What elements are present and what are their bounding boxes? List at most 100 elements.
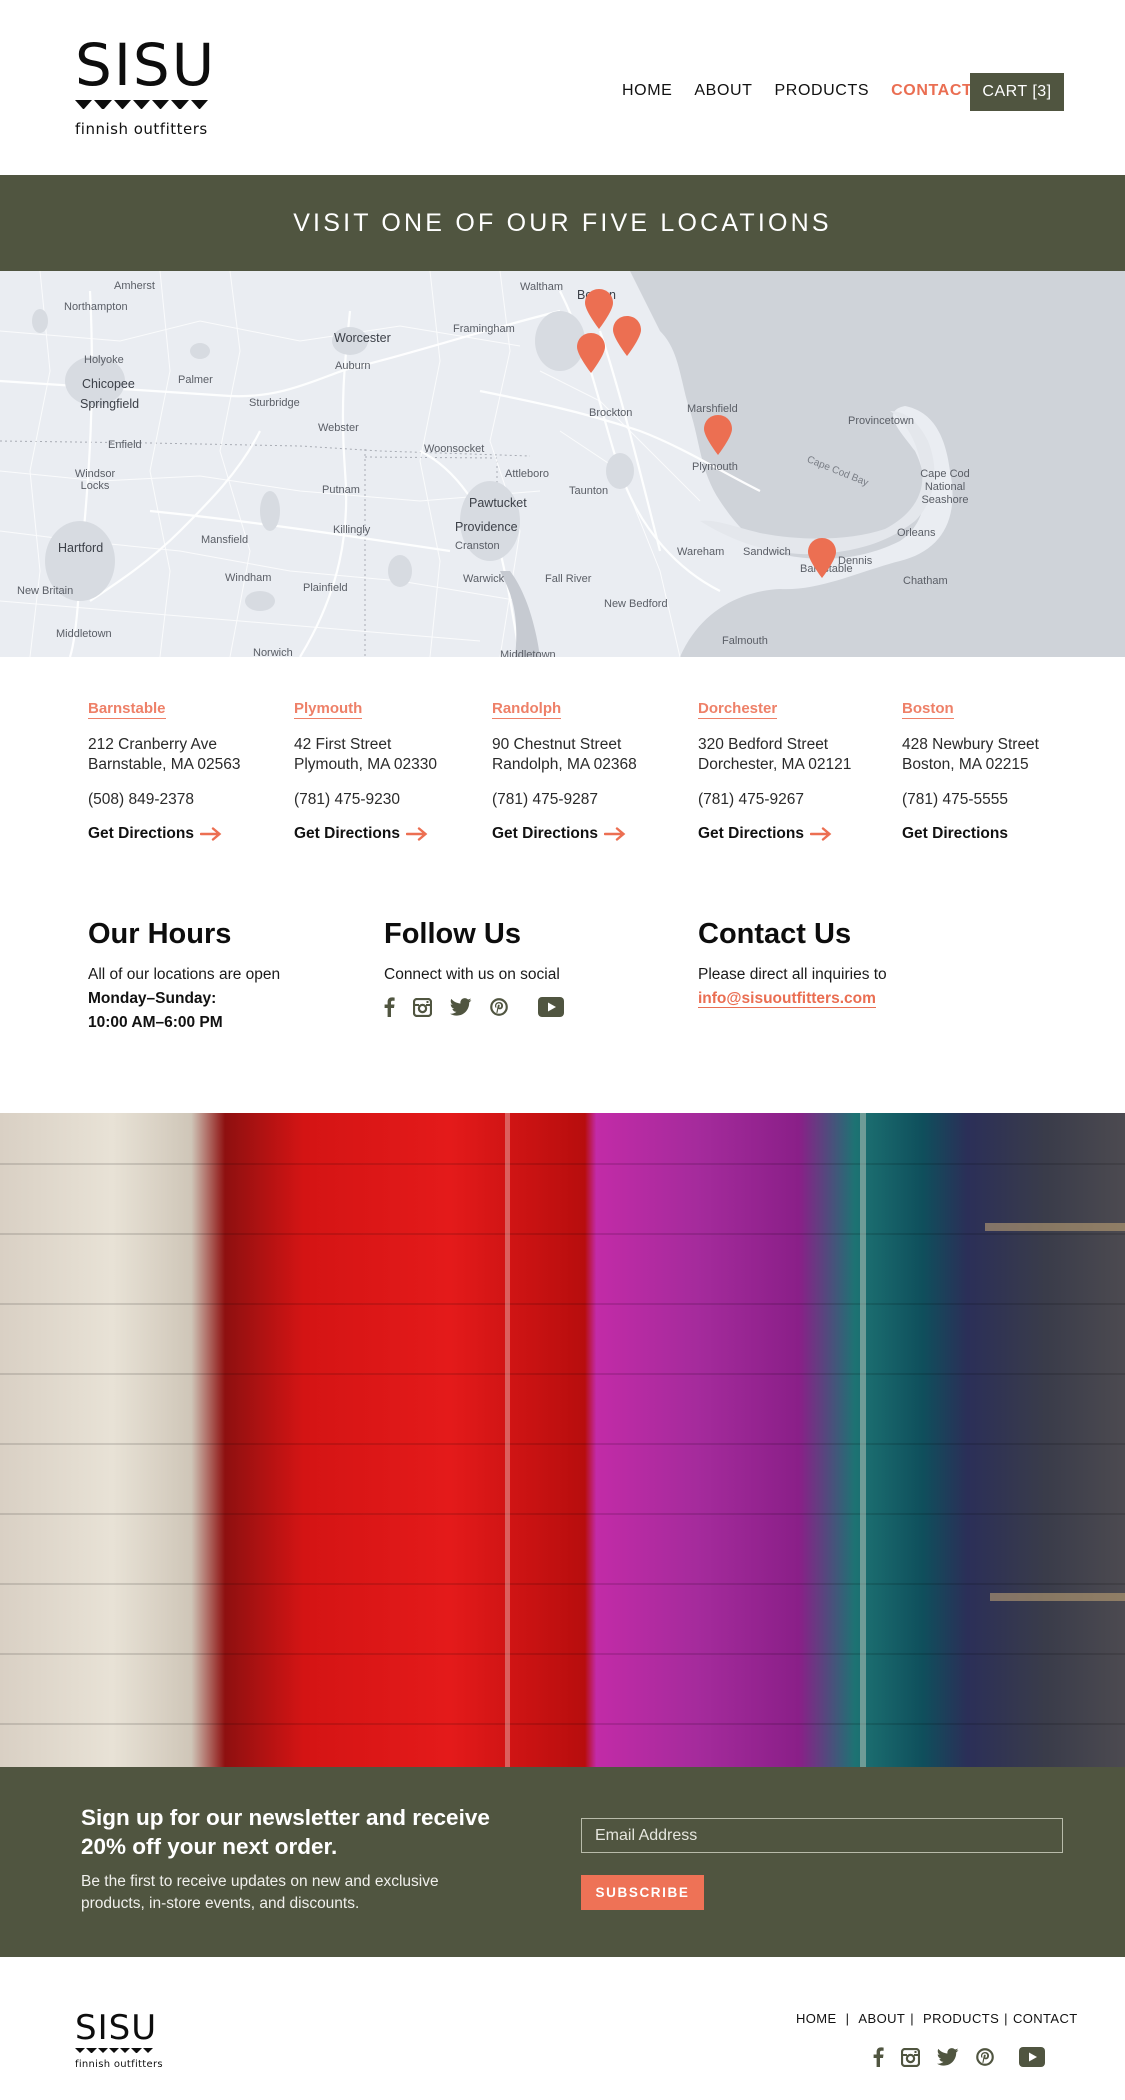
nav-about[interactable]: ABOUT [694,82,752,100]
location-address: 320 Bedford Street Dorchester, MA 02121 [698,735,851,775]
contact-email-link[interactable]: info@sisuoutfitters.com [698,990,876,1008]
youtube-link[interactable] [538,997,564,1017]
map-label: Webster [318,422,359,434]
location-card-dorchester: Dorchester 320 Bedford Street Dorchester… [698,700,851,843]
contact-intro: Please direct all inquiries to [698,966,887,983]
twitter-icon [936,2048,959,2066]
contact-text: Please direct all inquiries to info@sisu… [698,963,887,1011]
footer-logo-wordmark: SISU [75,2008,158,2048]
map-label: Providence [455,520,518,534]
address-city: Plymouth, MA 02330 [294,756,438,773]
location-name-link[interactable]: Boston [902,700,954,719]
instagram-icon [413,997,432,1017]
address-street: 320 Bedford Street [698,736,829,753]
facebook-link[interactable] [384,997,395,1017]
hours-days: Monday–Sunday: [88,990,217,1007]
footer-facebook-link[interactable] [873,2047,884,2072]
address-street: 428 Newbury Street [902,736,1039,753]
map-label: Taunton [569,485,609,497]
footer-pinterest-link[interactable] [976,2048,994,2071]
main-nav: HOME ABOUT PRODUCTS CONTACT [622,82,994,100]
location-phone: (781) 475-9230 [294,791,400,808]
contact-title: Contact Us [698,918,852,950]
twitter-link[interactable] [450,998,472,1016]
map-label: Attleboro [505,468,550,480]
location-address: 428 Newbury Street Boston, MA 02215 [902,735,1039,775]
banner-title: VISIT ONE OF OUR FIVE LOCATIONS [293,208,832,237]
footer-logo-tagline: finnish outfitters [75,2059,163,2070]
map-label: Northampton [64,301,128,313]
get-directions-link[interactable]: Get Directions [902,825,1039,843]
map-label: Wareham [677,546,725,558]
logo-tagline: finnish outfitters [75,120,208,138]
location-phone: (508) 849-2378 [88,791,194,808]
footer-logo[interactable]: SISU finnish outfitters [75,2011,163,2070]
arrow-right-icon [199,827,222,841]
map-label: Plainfield [303,582,348,594]
get-directions-label: Get Directions [88,825,194,842]
get-directions-link[interactable]: Get Directions [698,825,851,843]
locations-map[interactable]: Amherst Northampton Holyoke Chicopee Spr… [0,271,1125,657]
map-label: Palmer [178,374,213,386]
location-name-link[interactable]: Plymouth [294,700,363,719]
map-label: Falmouth [722,635,768,647]
location-address: 42 First Street Plymouth, MA 02330 [294,735,437,775]
map-pin-boston[interactable] [584,289,614,329]
footer-nav-products[interactable]: PRODUCTS [923,2011,999,2026]
nav-products[interactable]: PRODUCTS [775,82,870,100]
location-card-plymouth: Plymouth 42 First Street Plymouth, MA 02… [294,700,437,843]
map-pin-plymouth[interactable] [703,415,733,455]
nav-home[interactable]: HOME [622,82,672,100]
logo-wordmark: SISU [75,31,217,99]
email-input[interactable] [581,1818,1063,1853]
footer-twitter-link[interactable] [936,2048,959,2071]
footer-youtube-link[interactable] [1019,2047,1045,2072]
map-label: Chicopee [82,377,135,391]
location-name-link[interactable]: Barnstable [88,700,166,719]
subscribe-button[interactable]: SUBSCRIBE [581,1875,704,1910]
twitter-icon [450,998,472,1016]
location-card-boston: Boston 428 Newbury Street Boston, MA 022… [902,700,1039,843]
map-label: Brockton [589,407,633,419]
map-label: Worcester [334,331,391,345]
facebook-icon [384,997,395,1017]
get-directions-link[interactable]: Get Directions [294,825,437,843]
location-name-link[interactable]: Randolph [492,700,562,719]
nav-contact[interactable]: CONTACT [891,82,972,100]
location-address: 212 Cranberry Ave Barnstable, MA 02563 [88,735,241,775]
get-directions-link[interactable]: Get Directions [492,825,637,843]
map-label: New Bedford [604,598,668,610]
pinterest-icon [976,2048,994,2066]
pinterest-link[interactable] [490,998,508,1016]
footer-nav-home[interactable]: HOME [796,2011,837,2026]
map-label: Hartford [58,541,104,555]
newsletter-section: Sign up for our newsletter and receive 2… [0,1767,1125,1957]
map-pin-barnstable[interactable] [807,538,837,578]
map-label: New Britain [17,585,74,597]
footer-nav-about[interactable]: ABOUT [858,2011,905,2026]
cart-button[interactable]: CART [3] [970,73,1064,111]
map-label: Cape Cod National Seashore [920,468,970,506]
footer-nav-contact[interactable]: CONTACT [1013,2011,1078,2026]
map-label: Marshfield [687,403,738,415]
map-label: Chatham [903,575,948,587]
hours-block: Our Hours All of our locations are open … [88,918,280,1035]
map-pin-randolph[interactable] [576,333,606,373]
logo[interactable]: SISU finnish outfitters [75,36,215,138]
map-pin-dorchester[interactable] [612,316,642,356]
follow-title: Follow Us [384,918,521,950]
address-street: 212 Cranberry Ave [88,736,217,753]
map-label: Middletown [56,628,112,640]
arrow-right-icon [405,827,428,841]
map-label: Cranston [455,540,500,552]
footer-instagram-link[interactable] [900,2047,921,2072]
get-directions-link[interactable]: Get Directions [88,825,241,843]
instagram-link[interactable] [413,997,432,1017]
follow-block: Follow Us Connect with us on social [384,918,564,1017]
location-name-link[interactable]: Dorchester [698,700,778,719]
logo-zigzag-decoration [75,100,208,109]
nav-separator: | [910,2011,919,2026]
facebook-icon [873,2047,884,2067]
map-label: Orleans [897,527,936,539]
footer-social-links [873,2047,1045,2072]
